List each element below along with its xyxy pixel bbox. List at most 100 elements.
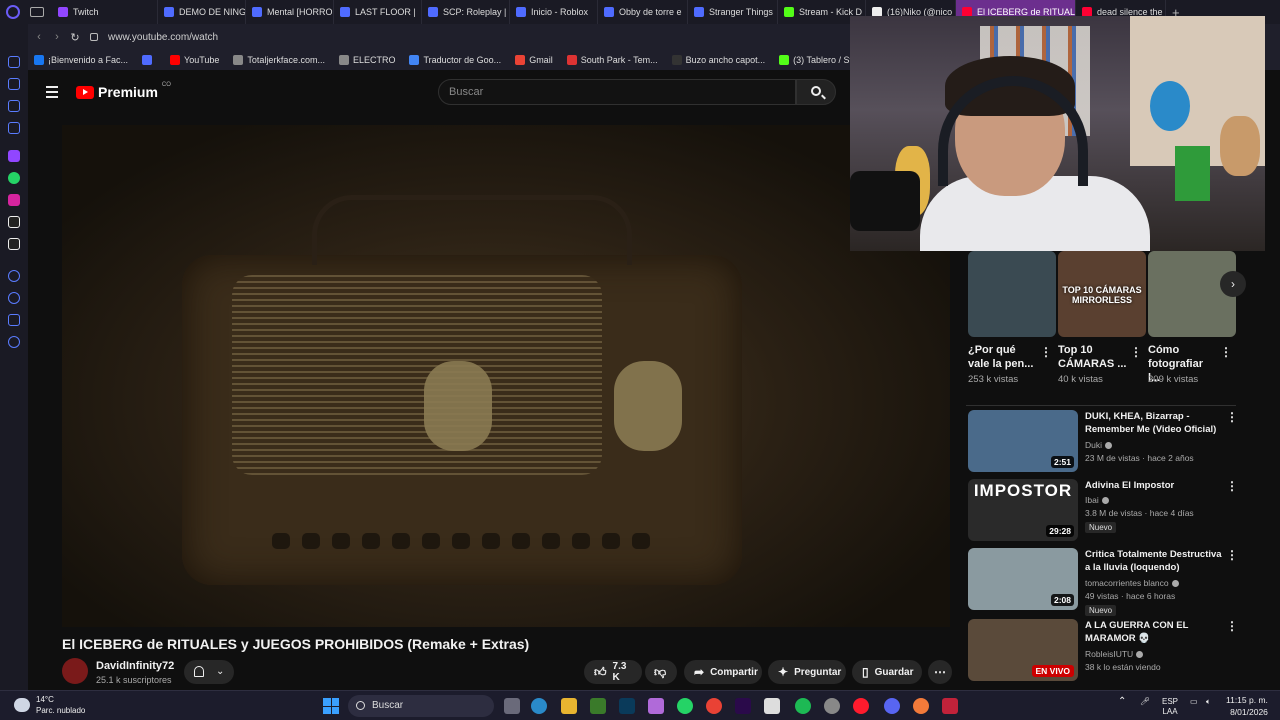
language-indicator[interactable]: ESP LAA bbox=[1162, 697, 1178, 717]
volume-icon[interactable]: 🔈︎ bbox=[1206, 697, 1211, 707]
sidebar-icon-workspace[interactable] bbox=[8, 78, 20, 90]
browser-tab[interactable]: DEMO DE NING bbox=[158, 0, 246, 24]
recommendation-item[interactable]: EN VIVO A LA GUERRA CON EL MARAMOR 💀 Roble… bbox=[968, 619, 1238, 683]
mic-tray-icon[interactable]: 🎤︎ bbox=[1140, 697, 1150, 707]
sidebar-icon-messenger[interactable] bbox=[8, 122, 20, 134]
more-vertical-icon[interactable]: ⋮ bbox=[1226, 619, 1238, 633]
premiere-icon[interactable] bbox=[735, 698, 751, 714]
youtube-logo[interactable]: Premium CO bbox=[76, 82, 171, 100]
app-icon-red[interactable] bbox=[942, 698, 958, 714]
bookmark-item[interactable]: South Park - Tem... bbox=[566, 55, 658, 65]
taskbar-search[interactable]: Buscar bbox=[348, 695, 494, 717]
shelf-card-thumbnail[interactable]: TOP 10 CÁMARAS MIRRORLESS bbox=[1058, 251, 1146, 337]
bookmark-item[interactable]: ¡Bienvenido a Fac... bbox=[34, 55, 128, 65]
sidebar-icon-history[interactable] bbox=[8, 270, 20, 282]
recommendation-title[interactable]: A LA GUERRA CON EL MARAMOR 💀 bbox=[1085, 619, 1223, 645]
bookmark-item[interactable]: Gmail bbox=[515, 55, 553, 65]
weather-widget[interactable]: 14°C Parc. nublado bbox=[14, 694, 85, 716]
like-button[interactable]: 👍︎ 7.3 K bbox=[584, 660, 642, 684]
x-icon[interactable] bbox=[8, 238, 20, 250]
sidebar-icon-aria[interactable] bbox=[8, 56, 20, 68]
search-button[interactable] bbox=[796, 79, 836, 105]
shelf-card-title[interactable]: ¿Por qué vale la pen... bbox=[968, 343, 1038, 371]
browser-tab[interactable]: SCP: Roleplay | bbox=[422, 0, 510, 24]
sidebar-icon-clock[interactable] bbox=[8, 292, 20, 304]
more-vertical-icon[interactable]: ⋮ bbox=[1220, 345, 1232, 359]
opera-gx-icon[interactable] bbox=[853, 698, 869, 714]
bookmark-item[interactable] bbox=[142, 55, 156, 65]
share-button[interactable]: ➦ Compartir bbox=[684, 660, 762, 684]
instagram-icon[interactable] bbox=[8, 194, 20, 206]
recommendation-thumbnail[interactable]: 2:08 bbox=[968, 548, 1078, 610]
windows-start-icon[interactable] bbox=[323, 698, 339, 714]
recommendation-title[interactable]: Critica Totalmente Destructiva a la lluv… bbox=[1085, 548, 1223, 574]
whatsapp-taskbar-icon[interactable] bbox=[677, 698, 693, 714]
sidebar-icon-settings[interactable] bbox=[8, 336, 20, 348]
edge-icon[interactable] bbox=[531, 698, 547, 714]
whatsapp-icon[interactable] bbox=[8, 172, 20, 184]
tab-overview-icon[interactable] bbox=[30, 7, 44, 17]
forward-icon[interactable]: › bbox=[48, 31, 66, 43]
recommendation-item[interactable]: 2:08 Critica Totalmente Destructiva a la … bbox=[968, 548, 1238, 616]
task-view-icon[interactable] bbox=[504, 698, 520, 714]
tiktok-icon[interactable] bbox=[8, 216, 20, 228]
bookmark-item[interactable]: Buzo ancho capot... bbox=[671, 55, 765, 65]
discord-icon[interactable] bbox=[884, 698, 900, 714]
recommendation-thumbnail[interactable]: IMPOSTOR 29:28 bbox=[968, 479, 1078, 541]
recommendation-channel[interactable]: tomacorrientes blanco bbox=[1085, 578, 1179, 588]
subscription-bell-button[interactable]: ⌄ bbox=[184, 660, 234, 684]
more-vertical-icon[interactable]: ⋮ bbox=[1226, 479, 1238, 493]
browser-tab[interactable]: Twitch bbox=[52, 0, 158, 24]
save-button[interactable]: ▯ Guardar bbox=[852, 660, 922, 684]
bookmark-item[interactable]: Traductor de Goo... bbox=[409, 55, 501, 65]
browser-tab[interactable]: Mental [HORRO bbox=[246, 0, 334, 24]
file-explorer-icon[interactable] bbox=[561, 698, 577, 714]
menu-icon[interactable] bbox=[46, 86, 58, 101]
recommendation-channel[interactable]: RobleisIUTU bbox=[1085, 649, 1144, 659]
spotify-icon[interactable] bbox=[795, 698, 811, 714]
browser-tab[interactable]: Inicio - Roblox bbox=[510, 0, 598, 24]
shelf-card-thumbnail[interactable] bbox=[1148, 251, 1236, 337]
recommendation-item[interactable]: IMPOSTOR 29:28 Adivina El Impostor Ibai 3.8 … bbox=[968, 479, 1238, 543]
video-player[interactable] bbox=[62, 125, 950, 627]
bookmark-item[interactable]: ELECTRO bbox=[338, 55, 395, 65]
more-vertical-icon[interactable]: ⋮ bbox=[1226, 548, 1238, 562]
recommendation-title[interactable]: Adivina El Impostor bbox=[1085, 479, 1223, 492]
recommendation-thumbnail[interactable]: EN VIVO bbox=[968, 619, 1078, 681]
more-vertical-icon[interactable]: ⋮ bbox=[1130, 345, 1142, 359]
recommendation-channel[interactable]: Duki bbox=[1085, 440, 1113, 450]
opera-logo-icon[interactable] bbox=[6, 5, 20, 19]
sidebar-icon-extensions[interactable] bbox=[8, 314, 20, 326]
shelf-next-icon[interactable]: › bbox=[1220, 271, 1246, 297]
dislike-button[interactable]: 👎︎ bbox=[645, 660, 677, 684]
channel-avatar[interactable] bbox=[62, 658, 88, 684]
copilot-icon[interactable] bbox=[648, 698, 664, 714]
more-vertical-icon[interactable]: ⋮ bbox=[1226, 410, 1238, 424]
browser-tab[interactable]: LAST FLOOR | bbox=[334, 0, 422, 24]
store-icon[interactable] bbox=[764, 698, 780, 714]
clock[interactable]: 11:15 p. m. 8/01/2026 bbox=[1226, 694, 1268, 718]
back-icon[interactable]: ‹ bbox=[30, 31, 48, 43]
recommendation-thumbnail[interactable]: 2:51 bbox=[968, 410, 1078, 472]
recommendation-item[interactable]: 2:51 DUKI, KHEA, Bizarrap - Remember Me (… bbox=[968, 410, 1238, 474]
shelf-card-thumbnail[interactable] bbox=[968, 251, 1056, 337]
bookmark-item[interactable]: YouTube bbox=[170, 55, 219, 65]
shelf-card-title[interactable]: Top 10 CÁMARAS ... bbox=[1058, 343, 1128, 371]
network-icon[interactable]: ▭ bbox=[1190, 697, 1198, 707]
browser-tab[interactable]: Obby de torre e bbox=[598, 0, 688, 24]
channel-name[interactable]: DavidInfinity72 bbox=[96, 660, 174, 672]
recommendation-title[interactable]: DUKI, KHEA, Bizarrap - Remember Me (Vide… bbox=[1085, 410, 1223, 436]
more-vertical-icon[interactable]: ⋮ bbox=[1040, 345, 1052, 359]
steam-icon[interactable] bbox=[824, 698, 840, 714]
bookmark-item[interactable]: Totaljerkface.com... bbox=[233, 55, 325, 65]
ask-button[interactable]: ✦ Preguntar bbox=[768, 660, 846, 684]
search-input[interactable]: Buscar bbox=[438, 79, 796, 105]
brave-icon[interactable] bbox=[913, 698, 929, 714]
recommendation-channel[interactable]: Ibai bbox=[1085, 495, 1109, 505]
chrome-icon[interactable] bbox=[706, 698, 722, 714]
sidebar-icon-player[interactable] bbox=[8, 100, 20, 112]
twitch-icon[interactable] bbox=[8, 150, 20, 162]
url-field[interactable]: www.youtube.com/watch bbox=[108, 32, 218, 43]
more-actions-button[interactable]: ⋯ bbox=[928, 660, 952, 684]
tray-chevron-icon[interactable]: ⌃ bbox=[1118, 697, 1126, 707]
